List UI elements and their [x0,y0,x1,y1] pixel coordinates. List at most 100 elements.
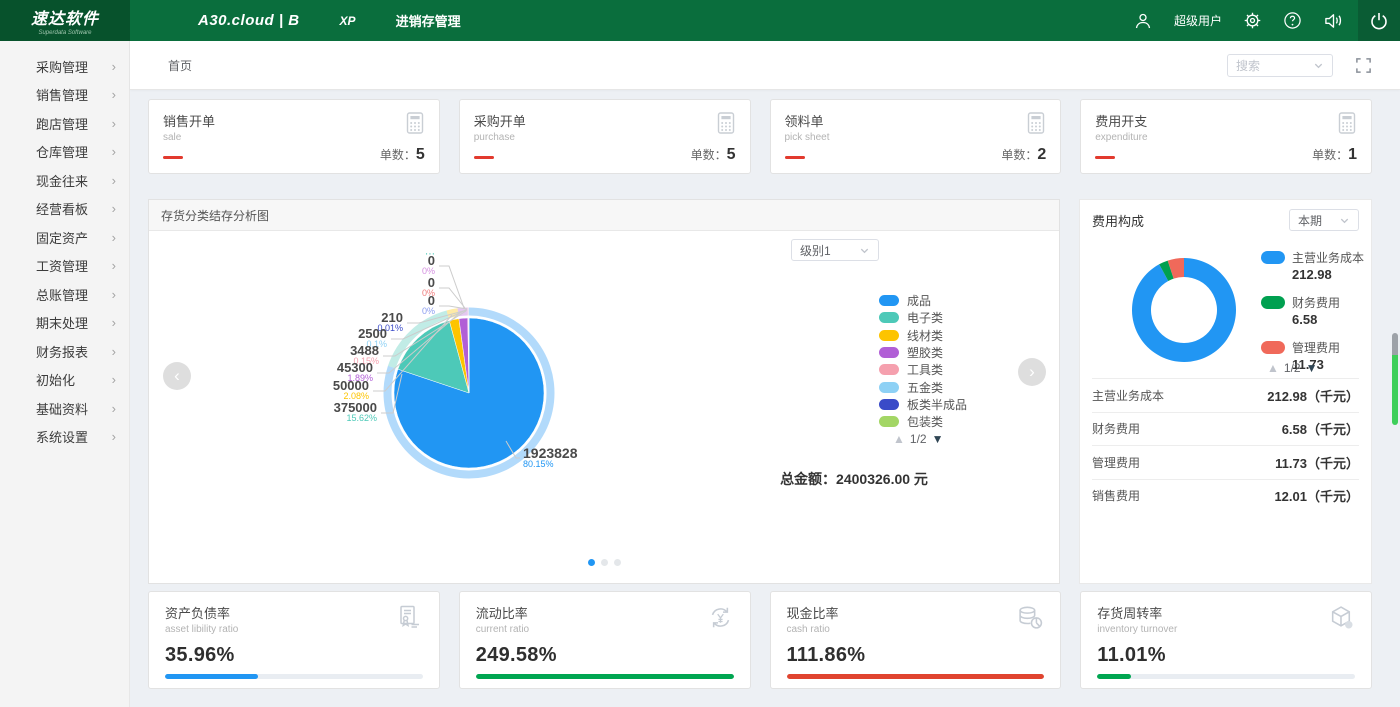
expense-legend-item-主营业务成本[interactable]: 主营业务成本212.98 [1261,249,1364,282]
sidebar-item-采购管理[interactable]: 采购管理› [0,52,129,81]
expense-row-value: 212.98（千元） [1267,386,1359,405]
sidebar-item-label: 财务报表 [36,342,88,361]
total-amount-label: 总金额：2400326.00 元 [744,469,964,489]
sidebar-item-跑店管理[interactable]: 跑店管理› [0,109,129,138]
legend-item-label: 塑胶类 [907,344,943,361]
stat-card-title: 销售开单 [163,111,425,130]
red-dash [474,156,494,159]
sidebar-item-label: 工资管理 [36,256,88,275]
chevron-right-icon: › [112,201,116,216]
calculator-icon [715,111,737,140]
sidebar-item-label: 销售管理 [36,85,88,104]
app-logo[interactable]: 速达软件 Superdata Software [0,0,130,41]
pie-legend-item-塑胶类[interactable]: 塑胶类 [879,344,967,361]
legend-page-up[interactable]: ▲ [893,433,905,445]
legend-color-pill [879,364,899,375]
pie-legend-item-五金类[interactable]: 五金类 [879,378,967,395]
legend-color-pill [879,312,899,323]
stat-card-subtitle: expenditure [1095,132,1357,143]
ratio-card-cash-ratio[interactable]: 现金比率cash ratio111.86% [770,591,1062,689]
pie-legend-item-电子类[interactable]: 电子类 [879,309,967,326]
module-tab-inventory[interactable]: 进销存管理 [396,11,461,30]
ratio-card-asset-libility-ratio[interactable]: 资产负债率asset libility ratio35.96% [148,591,440,689]
stat-card-purchase[interactable]: 采购开单purchase单数：5 [459,99,751,174]
user-icon[interactable] [1133,11,1153,31]
ratio-progress-track [1097,674,1355,679]
gear-icon[interactable] [1243,11,1262,30]
stat-card-expenditure[interactable]: 费用开支 expenditure 单数：1 [1080,99,1372,174]
fullscreen-button[interactable] [1355,57,1372,74]
level-select[interactable]: 级别1 [791,239,879,261]
ratio-cards-row: 资产负债率asset libility ratio35.96%流动比率curre… [148,591,1372,689]
breadcrumb-home[interactable]: 首页 [168,57,192,74]
expense-legend-row: 财务费用 [1261,294,1364,311]
legend-color-pill [879,382,899,393]
carousel-dot-1[interactable] [588,559,595,566]
carousel-dot-2[interactable] [601,559,608,566]
stat-count-value: 1 [1348,146,1357,163]
pie-legend-item-线材类[interactable]: 线材类 [879,327,967,344]
ratio-progress-fill [165,674,258,679]
pie-legend-item-包装类[interactable]: 包装类 [879,413,967,430]
logout-power-button[interactable] [1358,0,1400,41]
stat-card-sale[interactable]: 销售开单sale单数：5 [148,99,440,174]
calculator-icon [1025,111,1047,140]
pie-legend-item-板类半成品[interactable]: 板类半成品 [879,396,967,413]
stat-card-title: 费用开支 [1095,111,1357,130]
carousel-next-button[interactable]: › [1018,358,1046,386]
period-select[interactable]: 本期 [1289,209,1359,231]
sidebar-item-财务报表[interactable]: 财务报表› [0,337,129,366]
sidebar-item-固定资产[interactable]: 固定资产› [0,223,129,252]
carousel-dot-3[interactable] [614,559,621,566]
username[interactable]: 超级用户 [1174,12,1222,29]
sidebar-item-初始化[interactable]: 初始化› [0,366,129,395]
ratio-card-subtitle: asset libility ratio [165,624,423,635]
calculator-icon [1336,111,1358,140]
ratio-card-subtitle: inventory turnover [1097,624,1355,635]
sidebar-item-总账管理[interactable]: 总账管理› [0,280,129,309]
sidebar-item-期末处理[interactable]: 期末处理› [0,309,129,338]
sidebar-item-工资管理[interactable]: 工资管理› [0,252,129,281]
stat-card-pick-sheet[interactable]: 领料单pick sheet单数：2 [770,99,1062,174]
search-input[interactable]: 搜索 [1227,54,1333,77]
legend-item-label: 五金类 [907,379,943,396]
carousel-prev-button[interactable]: ‹ [163,362,191,390]
sidebar-item-仓库管理[interactable]: 仓库管理› [0,138,129,167]
stat-card-title: 采购开单 [474,111,736,130]
chevron-right-icon: › [112,401,116,416]
stat-count-label: 单数： [1312,148,1348,162]
sidebar-item-label: 系统设置 [36,427,88,446]
stat-count: 单数：2 [1001,146,1046,164]
pie-label: 00% [422,295,435,316]
legend-item-label: 线材类 [907,327,943,344]
sidebar-item-基础资料[interactable]: 基础资料› [0,394,129,423]
pie-label-percent: 0% [422,306,435,316]
ratio-card-title: 现金比率 [787,603,1045,622]
sidebar-item-label: 经营看板 [36,199,88,218]
pie-legend: 成品电子类线材类塑胶类工具类五金类板类半成品包装类 [879,292,967,430]
logo-subtitle: Superdata Software [38,30,91,36]
announcement-icon[interactable] [1323,11,1344,30]
pie-legend-item-成品[interactable]: 成品 [879,292,967,309]
legend-page-down[interactable]: ▼ [932,433,944,445]
pie-legend-pager: ▲ 1/2 ▼ [893,432,943,446]
legend-color-pill [879,330,899,341]
ratio-card-current-ratio[interactable]: 流动比率current ratio249.58% [459,591,751,689]
legend-item-label: 工具类 [907,361,943,378]
sidebar-item-系统设置[interactable]: 系统设置› [0,423,129,452]
sidebar-item-销售管理[interactable]: 销售管理› [0,81,129,110]
ratio-card-inventory-turnover[interactable]: 存货周转率inventory turnover11.01% [1080,591,1372,689]
page-scrollbar[interactable] [1392,333,1398,425]
expense-row-value: 11.73（千元） [1275,453,1359,472]
help-icon[interactable] [1283,11,1302,30]
expense-page-down[interactable]: ▼ [1306,362,1318,374]
sidebar-item-现金往来[interactable]: 现金往来› [0,166,129,195]
stat-card-bottom: 单数：5 [163,146,425,164]
expense-legend-item-财务费用[interactable]: 财务费用6.58 [1261,294,1364,327]
sidebar-item-经营看板[interactable]: 经营看板 › [0,195,129,224]
expense-donut-chart[interactable] [1124,250,1244,370]
stat-count-value: 2 [1037,146,1046,163]
expense-page-up[interactable]: ▲ [1267,362,1279,374]
pie-legend-item-工具类[interactable]: 工具类 [879,361,967,378]
chevron-right-icon: › [112,287,116,302]
